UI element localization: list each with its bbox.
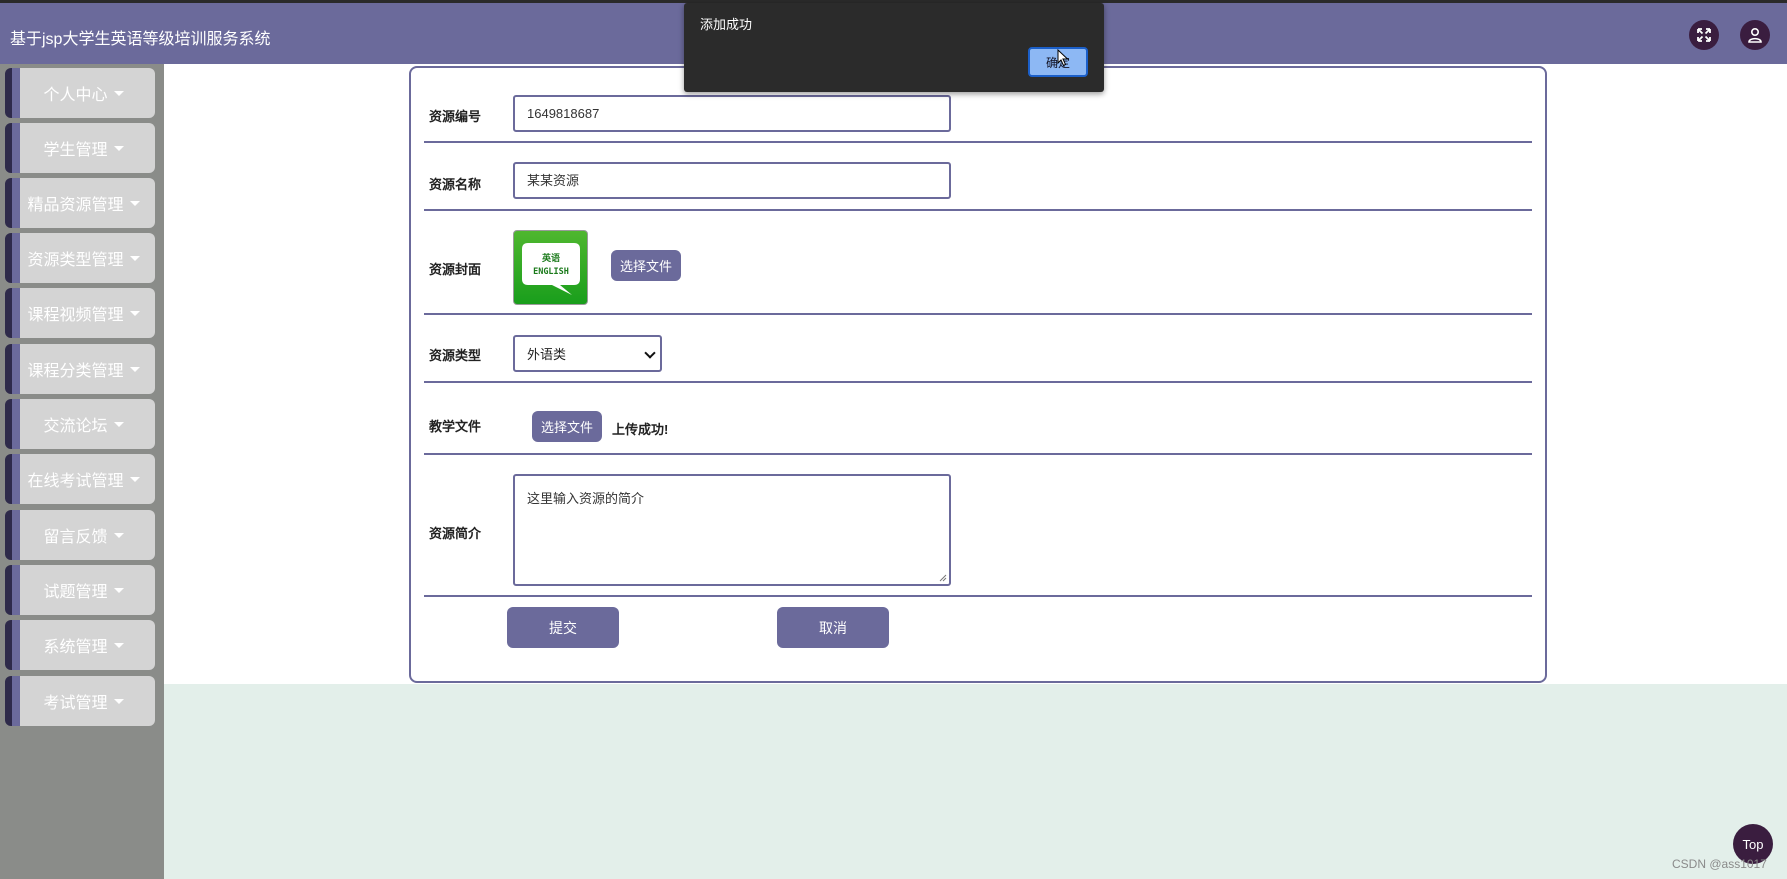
fullscreen-icon[interactable]: [1689, 20, 1719, 50]
sidebar-item-label: 个人中心: [43, 87, 108, 104]
sidebar-item-label: 学生管理: [43, 142, 108, 159]
sidebar-item-label: 系统管理: [43, 639, 108, 656]
sidebar-item-label: 资源类型管理: [27, 252, 124, 269]
sidebar-item-personal-center[interactable]: 个人中心: [5, 68, 155, 118]
resource-no-input[interactable]: 1649818687: [513, 95, 951, 132]
sidebar-item-online-exams[interactable]: 在线考试管理: [5, 454, 155, 504]
cover-choose-file-button[interactable]: 选择文件: [611, 250, 682, 281]
sidebar-item-course-videos[interactable]: 课程视频管理: [5, 288, 155, 338]
app-title: 基于jsp大学生英语等级培训服务系统: [10, 31, 271, 48]
sidebar-item-label: 留言反馈: [43, 529, 108, 546]
chevron-down-icon: [644, 347, 656, 359]
user-icon[interactable]: [1740, 20, 1770, 50]
sidebar-item-questions[interactable]: 试题管理: [5, 565, 155, 615]
teaching-file-label: 教学文件: [429, 419, 482, 434]
caret-down-icon: [129, 476, 140, 482]
row-divider: [424, 313, 1532, 315]
intro-placeholder: 这里输入资源的简介: [527, 491, 645, 506]
sidebar-item-exams[interactable]: 考试管理: [5, 676, 155, 726]
sidebar-item-label: 考试管理: [43, 695, 108, 712]
caret-down-icon: [129, 255, 140, 261]
caret-down-icon: [113, 532, 124, 538]
row-divider: [424, 595, 1532, 597]
caret-down-icon: [113, 587, 124, 593]
caret-down-icon: [129, 310, 140, 316]
sidebar-item-feedback[interactable]: 留言反馈: [5, 510, 155, 560]
resize-handle-icon[interactable]: [939, 574, 947, 582]
cover-image-text-en: ENGLISH: [533, 267, 569, 277]
row-divider: [424, 453, 1532, 455]
caret-down-icon: [113, 421, 124, 427]
caret-down-icon: [129, 200, 140, 206]
sidebar-item-label: 试题管理: [43, 584, 108, 601]
teaching-file-choose-button[interactable]: 选择文件: [532, 411, 603, 442]
resource-no-label: 资源编号: [429, 109, 482, 124]
resource-type-label: 资源类型: [429, 348, 482, 363]
sidebar-item-system[interactable]: 系统管理: [5, 620, 155, 670]
sidebar-item-label: 课程视频管理: [27, 307, 124, 324]
caret-down-icon: [113, 145, 124, 151]
upload-status-text: 上传成功!: [612, 422, 669, 437]
intro-label: 资源简介: [429, 526, 482, 541]
caret-down-icon: [113, 698, 124, 704]
fullscreen-icon-glyph: [1697, 28, 1711, 42]
sidebar-item-label: 交流论坛: [43, 418, 108, 435]
row-divider: [424, 381, 1532, 383]
intro-textarea[interactable]: 这里输入资源的简介: [513, 474, 951, 586]
submit-button[interactable]: 提交: [507, 607, 619, 648]
alert-dialog: 添加成功 确定: [684, 3, 1104, 92]
resource-name-input[interactable]: 某某资源: [513, 162, 951, 199]
english-chat-icon: 英语 ENGLISH: [522, 243, 580, 295]
sidebar-item-student-management[interactable]: 学生管理: [5, 123, 155, 173]
resource-type-select[interactable]: 外语类: [513, 335, 662, 372]
mouse-cursor-icon: [1057, 49, 1069, 67]
sidebar-item-forum[interactable]: 交流论坛: [5, 399, 155, 449]
resource-type-selected: 外语类: [527, 347, 567, 362]
cover-label: 资源封面: [429, 262, 482, 277]
sidebar-item-label: 课程分类管理: [27, 363, 124, 380]
sidebar-item-premium-resources[interactable]: 精品资源管理: [5, 178, 155, 228]
sidebar-item-course-categories[interactable]: 课程分类管理: [5, 344, 155, 394]
resource-form: [409, 66, 1547, 683]
cover-image: 英语 ENGLISH: [513, 230, 588, 305]
sidebar: 个人中心 学生管理 精品资源管理 资源类型管理 课程视频管理 课程分类管理 交流…: [0, 64, 164, 879]
watermark-text: CSDN @ass1017: [1672, 857, 1767, 871]
resource-name-label: 资源名称: [429, 177, 482, 192]
cancel-button[interactable]: 取消: [777, 607, 889, 648]
alert-message: 添加成功: [700, 17, 753, 32]
sidebar-item-resource-types[interactable]: 资源类型管理: [5, 233, 155, 283]
row-divider: [424, 141, 1532, 143]
sidebar-item-label: 精品资源管理: [27, 197, 124, 214]
user-icon-glyph: [1748, 27, 1762, 43]
cover-image-text-cn: 英语: [541, 252, 560, 264]
caret-down-icon: [129, 366, 140, 372]
caret-down-icon: [113, 90, 124, 96]
row-divider: [424, 209, 1532, 211]
sidebar-item-label: 在线考试管理: [27, 473, 124, 490]
caret-down-icon: [113, 642, 124, 648]
